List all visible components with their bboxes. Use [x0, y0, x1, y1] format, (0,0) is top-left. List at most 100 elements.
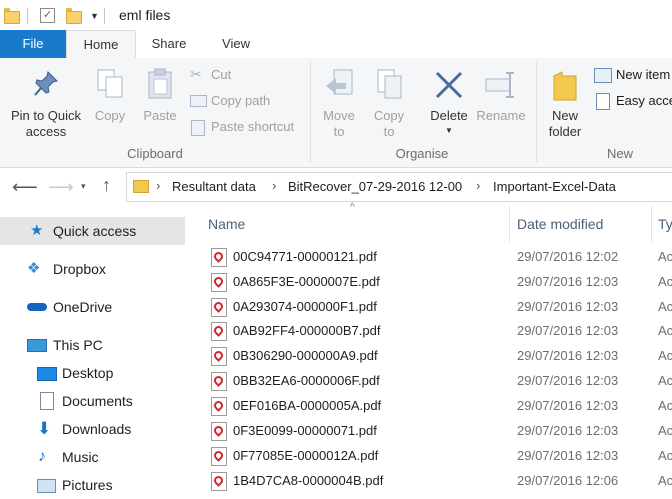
copy-path-label: Copy path [211, 93, 271, 108]
easy-access-button[interactable]: Easy access [594, 92, 672, 110]
table-row[interactable]: 0A293074-000000F1.pdf 29/07/2016 12:03 A… [186, 295, 672, 320]
nav-item-quick-access[interactable]: ★ Quick access [0, 217, 185, 245]
breadcrumb-bitrecover[interactable]: BitRecover_07-29-2016 12-00 [288, 179, 462, 194]
new-folder-button[interactable]: New folder [542, 66, 588, 146]
cloud-icon [27, 303, 47, 311]
divider [27, 8, 28, 24]
file-type: Ac [658, 249, 672, 264]
new-folder-label-line1: New [551, 108, 578, 123]
breadcrumb-resultant-data[interactable]: Resultant data [172, 179, 256, 194]
table-row[interactable]: 0B306290-000000A9.pdf 29/07/2016 12:03 A… [186, 344, 672, 369]
nav-item-this-pc[interactable]: This PC [0, 331, 185, 359]
nav-item-dropbox[interactable]: ❖ Dropbox [0, 255, 185, 283]
desktop-icon [37, 367, 57, 381]
column-header-date-modified[interactable]: Date modified [517, 216, 603, 232]
column-divider[interactable] [509, 206, 510, 242]
new-folder-quick-icon[interactable] [66, 8, 82, 24]
copy-to-button[interactable]: Copy to [366, 66, 412, 146]
file-type: Ac [658, 323, 672, 338]
tab-file[interactable]: File [0, 30, 66, 58]
nav-item-music[interactable]: ♪ Music [0, 443, 185, 471]
pdf-file-icon [211, 298, 227, 317]
cut-label: Cut [211, 67, 232, 82]
chevron-right-icon[interactable]: › [272, 178, 276, 193]
file-date: 29/07/2016 12:02 [517, 249, 619, 264]
nav-item-label: Documents [62, 393, 133, 409]
table-row[interactable]: 0F77085E-0000012A.pdf 29/07/2016 12:03 A… [186, 444, 672, 469]
group-divider [536, 62, 537, 162]
table-row[interactable]: 00C94771-00000121.pdf 29/07/2016 12:02 A… [186, 245, 672, 270]
nav-item-label: Desktop [62, 365, 114, 381]
dropbox-icon: ❖ [27, 260, 41, 277]
pdf-file-icon [211, 397, 227, 416]
pin-to-quick-access-button[interactable]: Pin to Quick access [4, 66, 88, 146]
column-header-type[interactable]: Ty [658, 216, 672, 232]
file-type: Ac [658, 348, 672, 363]
tab-share[interactable]: Share [134, 30, 204, 58]
folder-icon [4, 8, 20, 24]
table-row[interactable]: 1B4D7CA8-0000004B.pdf 29/07/2016 12:06 A… [186, 469, 672, 494]
file-date: 29/07/2016 12:03 [517, 398, 619, 413]
table-row[interactable]: 0AB92FF4-000000B7.pdf 29/07/2016 12:03 A… [186, 319, 672, 344]
cut-button[interactable]: ✂ Cut [188, 66, 306, 84]
pictures-icon [37, 479, 56, 493]
file-name: 00C94771-00000121.pdf [233, 249, 377, 264]
copy-label: Copy [94, 108, 126, 123]
move-to-label-line2: to [333, 124, 345, 139]
new-item-button[interactable]: New item [594, 66, 672, 84]
rename-button[interactable]: Rename [476, 66, 526, 146]
paste-icon [148, 68, 172, 99]
copy-button[interactable]: Copy [90, 66, 130, 146]
file-type: Ac [658, 473, 672, 488]
file-type: Ac [658, 423, 672, 438]
paste-button[interactable]: Paste [138, 66, 182, 146]
table-row[interactable]: 0F3E0099-00000071.pdf 29/07/2016 12:03 A… [186, 419, 672, 444]
file-name: 0AB92FF4-000000B7.pdf [233, 323, 381, 338]
move-to-button[interactable]: Move to [316, 66, 362, 146]
file-name: 0A865F3E-0000007E.pdf [233, 274, 380, 289]
address-bar[interactable]: › Resultant data › BitRecover_07-29-2016… [126, 172, 672, 202]
nav-item-label: Downloads [62, 421, 132, 437]
up-arrow-icon[interactable]: ↑ [102, 175, 111, 196]
delete-button[interactable]: Delete ▼ [424, 66, 474, 146]
copy-path-button[interactable]: Copy path [188, 92, 306, 110]
new-item-label: New item [616, 67, 671, 82]
rename-label: Rename [476, 108, 526, 123]
delete-dropdown-icon[interactable]: ▼ [445, 126, 453, 135]
column-divider[interactable] [651, 206, 652, 242]
recent-locations-icon[interactable]: ▾ [81, 181, 86, 192]
column-header-name[interactable]: Name [208, 216, 245, 232]
download-arrow-icon: ⬇ [37, 419, 52, 438]
file-date: 29/07/2016 12:03 [517, 323, 619, 338]
file-date: 29/07/2016 12:03 [517, 348, 619, 363]
move-to-label-line1: Move [323, 108, 355, 123]
chevron-right-icon[interactable]: › [476, 178, 480, 193]
back-arrow-icon[interactable]: ⟵ [12, 177, 38, 198]
nav-item-desktop[interactable]: Desktop [0, 359, 185, 387]
pdf-file-icon [211, 322, 227, 341]
properties-icon[interactable]: ✓ [40, 8, 55, 23]
paste-label: Paste [143, 108, 177, 123]
file-name: 0A293074-000000F1.pdf [233, 299, 377, 314]
pdf-file-icon [211, 273, 227, 292]
music-note-icon: ♪ [38, 448, 46, 465]
paste-shortcut-button[interactable]: Paste shortcut [188, 118, 306, 136]
file-date: 29/07/2016 12:03 [517, 274, 619, 289]
nav-item-documents[interactable]: Documents [0, 387, 185, 415]
forward-arrow-icon[interactable]: ⟶ [48, 177, 74, 198]
nav-item-downloads[interactable]: ⬇ Downloads [0, 415, 185, 443]
chevron-right-icon[interactable]: › [156, 178, 160, 193]
tab-home[interactable]: Home [66, 30, 136, 60]
pdf-file-icon [211, 447, 227, 466]
file-type: Ac [658, 448, 672, 463]
new-folder-icon [553, 71, 577, 101]
breadcrumb-important-excel-data[interactable]: Important-Excel-Data [493, 179, 616, 194]
table-row[interactable]: 0A865F3E-0000007E.pdf 29/07/2016 12:03 A… [186, 270, 672, 295]
customize-toolbar-icon[interactable]: ▼ [90, 11, 99, 21]
navigation-pane: ★ Quick access ❖ Dropbox OneDrive This P… [0, 206, 185, 495]
table-row[interactable]: 0BB32EA6-0000006F.pdf 29/07/2016 12:03 A… [186, 369, 672, 394]
file-date: 29/07/2016 12:03 [517, 299, 619, 314]
table-row[interactable]: 0EF016BA-0000005A.pdf 29/07/2016 12:03 A… [186, 394, 672, 419]
tab-view[interactable]: View [204, 30, 268, 58]
nav-item-onedrive[interactable]: OneDrive [0, 293, 185, 321]
